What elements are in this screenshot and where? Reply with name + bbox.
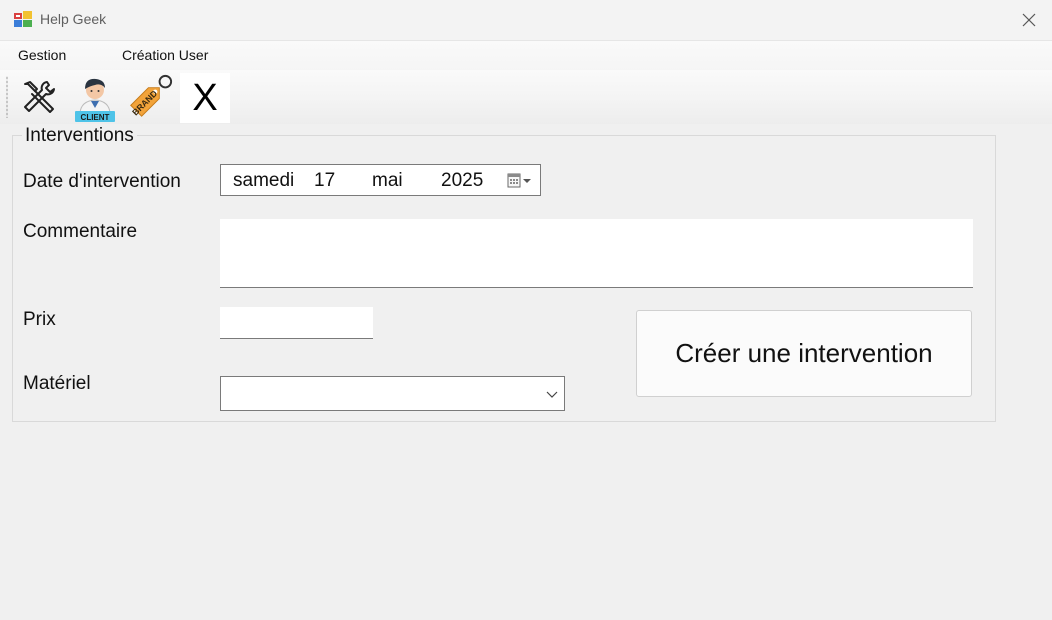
app-icon <box>14 11 32 27</box>
brand-tag-icon: BRAND <box>130 74 173 117</box>
tools-button[interactable] <box>14 73 64 123</box>
close-icon <box>1022 13 1036 27</box>
close-form-button[interactable]: X <box>180 73 230 123</box>
price-label: Prix <box>23 309 56 330</box>
date-year[interactable]: 2025 <box>441 170 483 192</box>
date-day-name[interactable]: samedi <box>233 170 294 192</box>
window-title: Help Geek <box>40 11 107 27</box>
comment-label: Commentaire <box>23 221 138 242</box>
calendar-dropdown-icon[interactable] <box>507 173 537 189</box>
client-badge-label: CLIENT <box>81 113 110 122</box>
x-icon: X <box>192 77 218 119</box>
create-intervention-button[interactable]: Créer une intervention <box>636 310 972 397</box>
tools-icon <box>24 81 55 113</box>
material-combobox[interactable] <box>220 376 565 411</box>
material-label: Matériel <box>23 373 91 394</box>
app-window: Help Geek Gestion Création User CLIENT B… <box>0 0 1052 620</box>
title-bar: Help Geek <box>0 0 1052 40</box>
date-label: Date d'intervention <box>23 171 181 192</box>
date-day[interactable]: 17 <box>314 170 335 192</box>
date-month[interactable]: mai <box>372 170 403 192</box>
menu-creation-user[interactable]: Création User <box>122 47 208 63</box>
date-picker[interactable]: samedi 17 mai 2025 <box>220 164 541 196</box>
group-title: Interventions <box>22 125 137 147</box>
client-button[interactable]: CLIENT <box>70 73 120 123</box>
toolbar-grip[interactable] <box>6 76 8 118</box>
comment-textarea[interactable] <box>220 219 973 288</box>
price-input[interactable] <box>220 307 373 339</box>
client-icon: CLIENT <box>75 78 115 122</box>
chevron-down-icon[interactable] <box>546 388 558 400</box>
menu-gestion[interactable]: Gestion <box>18 47 66 63</box>
brand-button[interactable]: BRAND <box>124 73 174 123</box>
close-button[interactable] <box>1006 0 1052 40</box>
menu-bar: Gestion Création User <box>0 40 1052 71</box>
